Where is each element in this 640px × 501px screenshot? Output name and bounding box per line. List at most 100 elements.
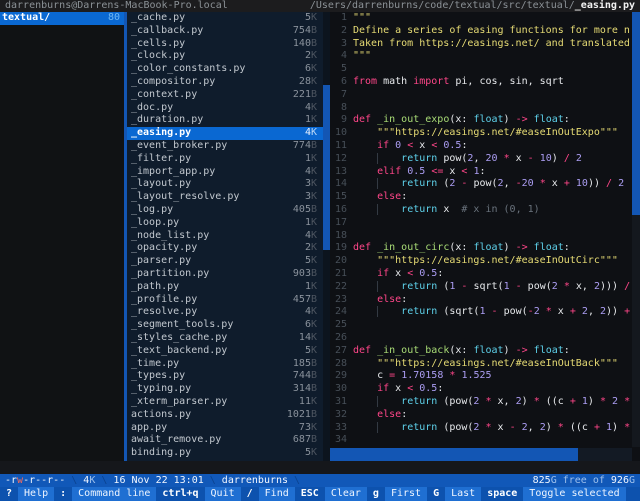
file-size: 28K xyxy=(299,76,317,89)
file-name: _time.py xyxy=(131,358,179,371)
file-size: 4K xyxy=(305,166,317,179)
file-row[interactable]: _cache.py5K xyxy=(127,12,330,25)
file-name: await_remove.py xyxy=(131,434,221,447)
footer-action-label[interactable]: Find xyxy=(259,487,295,501)
file-name: _partition.py xyxy=(131,268,209,281)
file-row[interactable]: _callback.py 754B xyxy=(127,25,330,38)
code-text: """ xyxy=(353,12,371,25)
file-row[interactable]: _text_backend.py5K xyxy=(127,345,330,358)
footer-key[interactable]: ESC xyxy=(295,487,325,501)
code-line: 6from math import pi, cos, sin, sqrt xyxy=(330,76,632,89)
code-line: 34 xyxy=(330,434,632,447)
code-text: Taken from https://easings.net/ and tran… xyxy=(353,38,630,51)
code-text: def _in_out_circ(x: float) -> float: xyxy=(353,242,570,255)
path-filename: _easing.py xyxy=(575,0,635,11)
footer-action-label[interactable]: Toggle selected xyxy=(523,487,625,501)
code-text: return (2 - pow(2, -20 * x + 10)) / 2 xyxy=(353,178,624,191)
footer-key[interactable]: : xyxy=(54,487,72,501)
footer-action-label[interactable]: Command line xyxy=(72,487,156,501)
file-size: 4K xyxy=(305,127,317,140)
path-directory: /Users/darrenburns/code/textual/src/text… xyxy=(310,0,575,11)
file-row[interactable]: _styles_cache.py14K xyxy=(127,332,330,345)
file-row[interactable]: binding.py5K xyxy=(127,447,330,460)
command-input[interactable]: ❯❯❯ Enter a command xyxy=(0,461,640,474)
file-row[interactable]: _filter.py1K xyxy=(127,153,330,166)
file-name: _parser.py xyxy=(131,255,191,268)
file-row[interactable]: _opacity.py2K xyxy=(127,242,330,255)
separator: \ xyxy=(204,475,222,486)
file-row[interactable]: _segment_tools.py6K xyxy=(127,319,330,332)
code-text: if 0 < x < 0.5: xyxy=(353,140,467,153)
footer-action-label[interactable]: Clear xyxy=(325,487,367,501)
file-row[interactable]: _color_constants.py6K xyxy=(127,63,330,76)
footer-key[interactable]: / xyxy=(241,487,259,501)
file-name: _layout.py xyxy=(131,178,191,191)
file-row[interactable]: _layout_resolve.py3K xyxy=(127,191,330,204)
file-row[interactable]: _time.py185B xyxy=(127,358,330,371)
file-row[interactable]: _doc.py4K xyxy=(127,102,330,115)
file-size: 903B xyxy=(293,268,317,281)
footer-key[interactable]: G xyxy=(427,487,445,501)
code-text: return pow(2, 20 * x - 10) / 2 xyxy=(353,153,582,166)
code-line: 32 else: xyxy=(330,409,632,422)
line-number: 4 xyxy=(330,50,347,63)
parent-directory-selected-row[interactable]: textual/ 80 xyxy=(0,12,127,25)
footer-action-label[interactable]: Quit xyxy=(205,487,241,501)
file-name: _clock.py xyxy=(131,50,185,63)
line-number: 1 xyxy=(330,12,347,25)
file-row[interactable]: _easing.py4K xyxy=(127,127,330,140)
file-row[interactable]: _types.py744B xyxy=(127,370,330,383)
code-line: 13 elif 0.5 <= x < 1: xyxy=(330,166,632,179)
code-line: 8 xyxy=(330,102,632,115)
file-name: _callback.py xyxy=(131,25,203,38)
file-metadata: -rw-r--r-- \ 4K \ 16 Nov 22 13:01 \ darr… xyxy=(5,474,306,487)
file-row[interactable]: _partition.py 903B xyxy=(127,268,330,281)
file-row[interactable]: _cells.py140B xyxy=(127,38,330,51)
file-row[interactable]: _event_broker.py774B xyxy=(127,140,330,153)
file-row[interactable]: actions.py1021B xyxy=(127,409,330,422)
file-size: 754B xyxy=(293,25,317,38)
line-number: 19 xyxy=(330,242,347,255)
footer-key[interactable]: ? xyxy=(0,487,18,501)
footer-key[interactable]: space xyxy=(481,487,523,501)
file-row[interactable]: app.py73K xyxy=(127,422,330,435)
title-bar: darrenburns@Darrens-MacBook-Pro.local /U… xyxy=(0,0,640,12)
line-number: 17 xyxy=(330,217,347,230)
file-size: 6K xyxy=(305,319,317,332)
footer-key[interactable]: ctrl+q xyxy=(156,487,204,501)
file-row[interactable]: _profile.py457B xyxy=(127,294,330,307)
file-row[interactable]: _parser.py5K xyxy=(127,255,330,268)
file-row[interactable]: _duration.py1K xyxy=(127,114,330,127)
file-list-scrollbar-thumb[interactable] xyxy=(323,85,330,250)
file-row[interactable]: await_remove.py687B xyxy=(127,434,330,447)
file-row[interactable]: _clock.py2K xyxy=(127,50,330,63)
file-row[interactable]: _node_list.py4K xyxy=(127,230,330,243)
file-row[interactable]: _loop.py1K xyxy=(127,217,330,230)
file-row[interactable]: _log.py405B xyxy=(127,204,330,217)
file-row[interactable]: _context.py221B xyxy=(127,89,330,102)
preview-horizontal-scrollbar[interactable] xyxy=(330,448,632,462)
file-row[interactable]: _compositor.py 28K xyxy=(127,76,330,89)
file-name: _resolve.py xyxy=(131,306,197,319)
footer-action-label[interactable]: Last xyxy=(445,487,481,501)
code-line: 25 xyxy=(330,319,632,332)
preview-vertical-scrollbar[interactable] xyxy=(632,12,640,447)
file-row[interactable]: _typing.py314B xyxy=(127,383,330,396)
code-line: 29 c = 1.70158 * 1.525 xyxy=(330,370,632,383)
file-row[interactable]: _xterm_parser.py11K xyxy=(127,396,330,409)
line-number: 34 xyxy=(330,434,347,447)
footer-key[interactable]: g xyxy=(367,487,385,501)
file-name: _import_app.py xyxy=(131,166,215,179)
code-line: 16 return x # x in (0, 1) xyxy=(330,204,632,217)
preview-vertical-scrollbar-thumb[interactable] xyxy=(632,12,640,215)
file-name: _compositor.py xyxy=(131,76,215,89)
file-row[interactable]: _resolve.py4K xyxy=(127,306,330,319)
file-row[interactable]: _layout.py3K xyxy=(127,178,330,191)
footer-action-label[interactable]: First xyxy=(385,487,427,501)
file-list-scrollbar[interactable] xyxy=(323,12,330,461)
key-bindings-footer: ?Help:Command linectrl+qQuit/FindESCClea… xyxy=(0,487,640,501)
file-row[interactable]: _import_app.py 4K xyxy=(127,166,330,179)
footer-action-label[interactable]: Help xyxy=(18,487,54,501)
preview-horizontal-scrollbar-thumb[interactable] xyxy=(330,448,578,462)
file-row[interactable]: _path.py1K xyxy=(127,281,330,294)
